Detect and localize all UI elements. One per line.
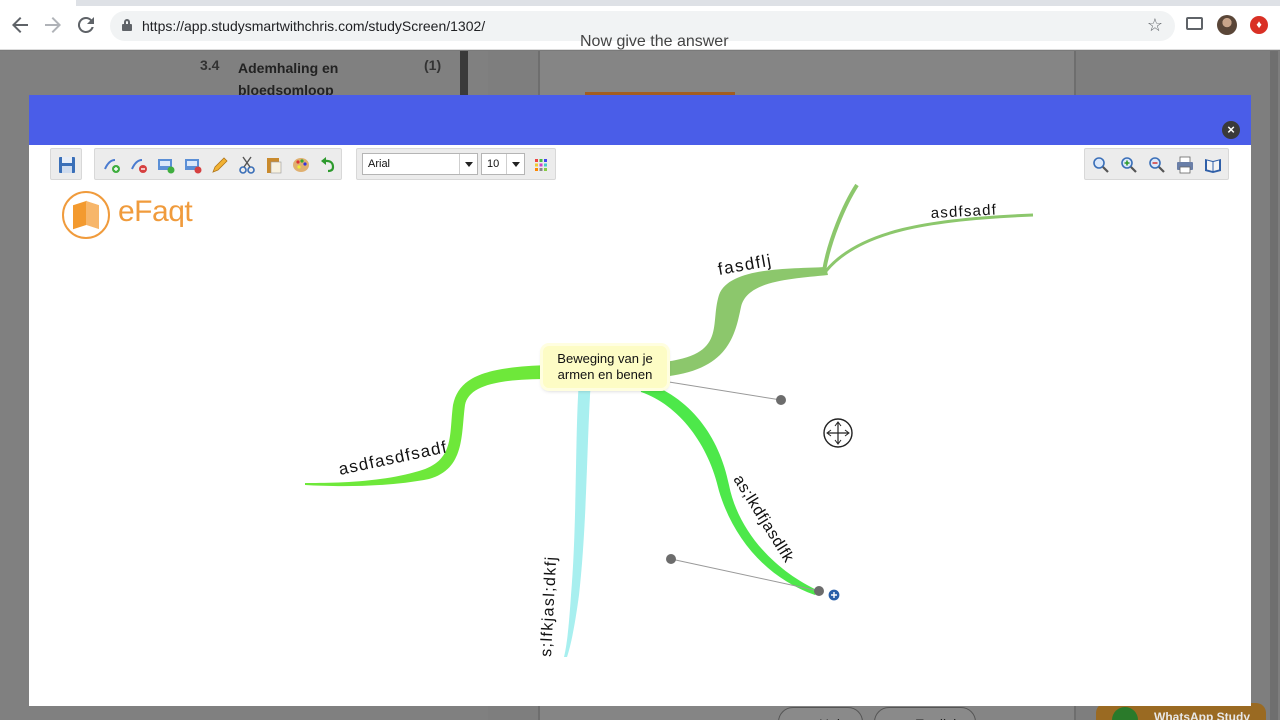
whatsapp-label: WhatsApp Study: [1154, 710, 1250, 720]
page-scrollbar[interactable]: [1270, 51, 1278, 720]
lock-icon: [122, 19, 132, 31]
active-tab[interactable]: [0, 0, 76, 6]
star-icon[interactable]: ☆: [1147, 15, 1163, 36]
chapter-number: 3.4: [200, 57, 220, 73]
label-asdfsadf: asdfsadf: [930, 202, 997, 222]
help-button[interactable]: Help: [778, 707, 863, 720]
connector-handle: [814, 586, 824, 596]
move-cursor-icon: [823, 418, 853, 448]
branch-fasdflj: [654, 267, 828, 377]
whatsapp-icon: [1112, 707, 1138, 720]
connector-line: [668, 381, 782, 401]
sidebar-scrollbar[interactable]: [460, 51, 468, 95]
extension-icon[interactable]: ♦: [1250, 16, 1268, 34]
branch-aslkdfjasdlfk: [639, 380, 819, 595]
connector-handle: [776, 395, 786, 405]
connector-line: [670, 558, 820, 592]
chapter-count: (1): [424, 57, 442, 73]
question-text: Now give the answer: [580, 33, 729, 50]
branch-slfkjasldkfj: [564, 380, 591, 657]
cast-icon[interactable]: [1186, 17, 1203, 30]
language-button[interactable]: English: [874, 707, 976, 720]
profile-avatar[interactable]: [1217, 15, 1237, 35]
tab-strip: [0, 0, 1280, 6]
reload-button[interactable]: [74, 13, 98, 37]
arrow-right-icon: [45, 17, 61, 33]
url-text: https://app.studysmartwithchris.com/stud…: [142, 18, 486, 34]
connector-handle: [666, 554, 676, 564]
label-slfkjasldkfj: s;lfkjasl;dkfj: [538, 555, 560, 657]
arrow-left-icon: [12, 17, 28, 33]
mindmap-canvas[interactable]: fasdflj asdfsadf asdfasdfsadf s;lfkjasl;…: [29, 95, 1251, 706]
forward-button[interactable]: [41, 13, 65, 37]
mindmap-modal: × Arial 10 eFaqt fasdflj asdfsadf asdfas…: [29, 95, 1251, 706]
central-node[interactable]: Beweging van je armen en benen: [543, 346, 667, 388]
back-button[interactable]: [8, 13, 32, 37]
reload-icon: [77, 16, 94, 33]
branch-asdfsadf: [824, 213, 1034, 272]
